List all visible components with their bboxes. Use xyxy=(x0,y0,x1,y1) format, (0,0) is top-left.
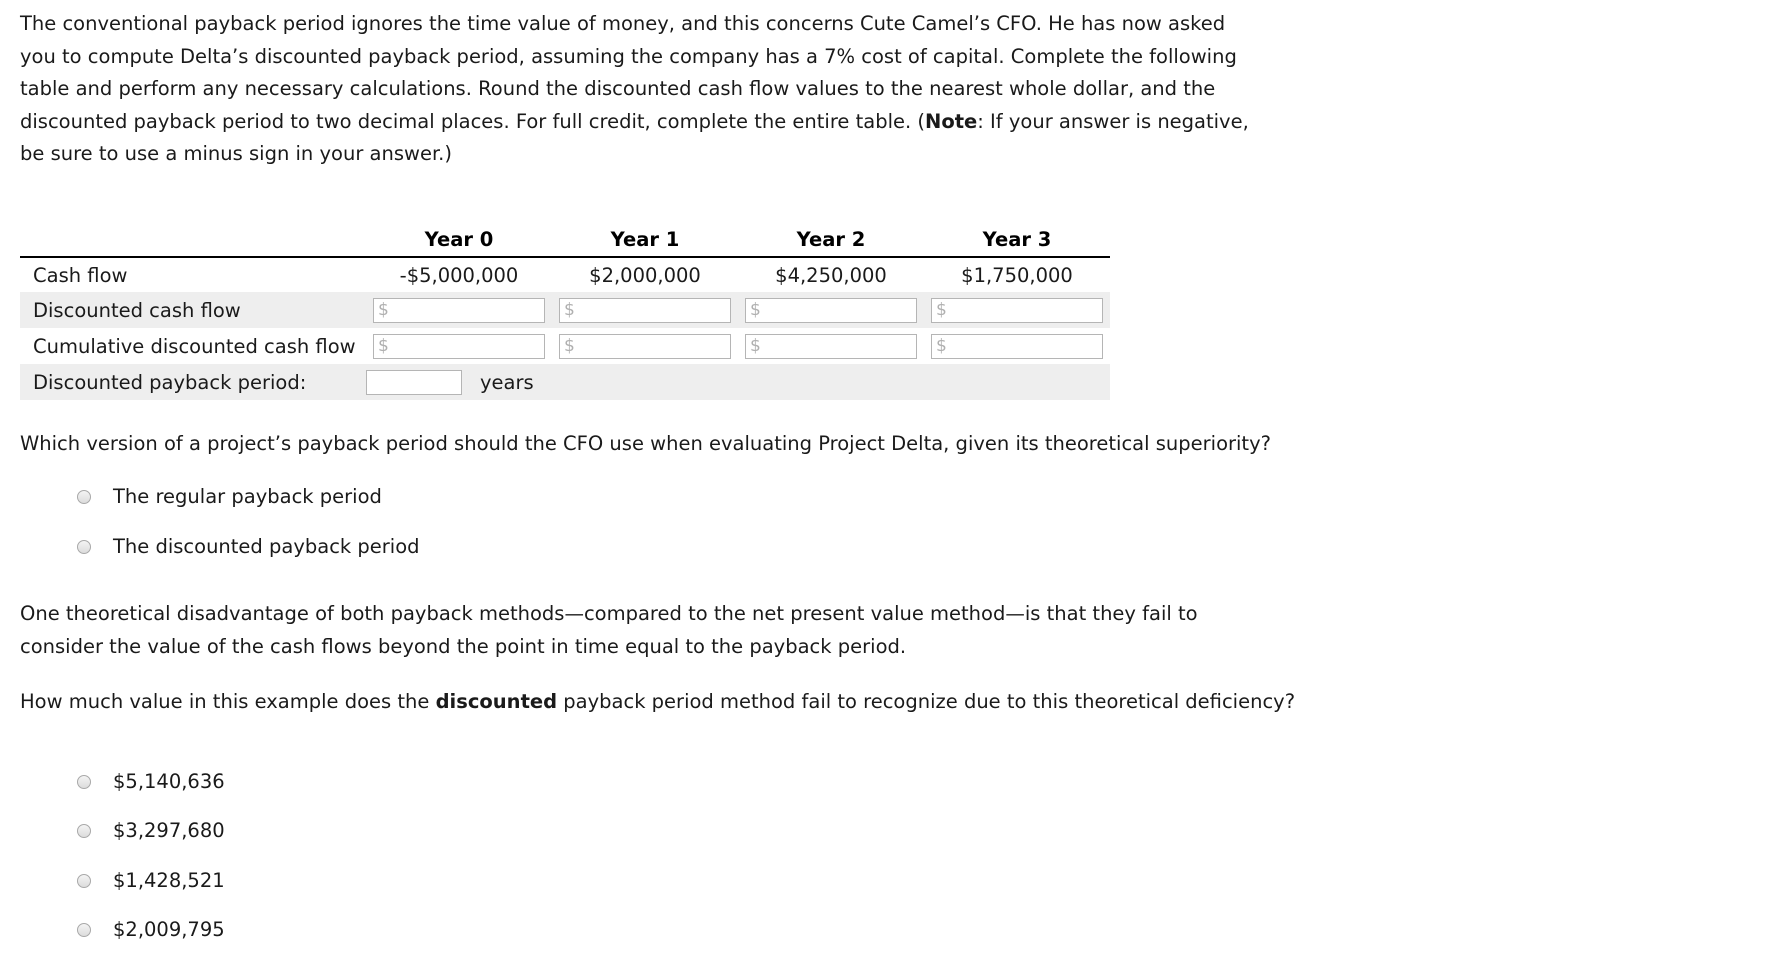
question-2-option-4[interactable]: $2,009,795 xyxy=(77,918,225,941)
radio-icon[interactable] xyxy=(77,489,91,504)
header-year-3: Year 3 xyxy=(982,228,1052,251)
row-label-discounted-payback-period: Discounted payback period: xyxy=(33,370,307,394)
radio-icon[interactable] xyxy=(77,823,91,838)
cumulative-cash-flow-input-year-0[interactable] xyxy=(373,333,545,359)
header-blank xyxy=(20,228,366,256)
cash-flow-year-2: $4,250,000 xyxy=(775,263,887,287)
cumulative-cash-flow-input-year-3[interactable] xyxy=(931,333,1103,359)
discounted-cash-flow-cell-year-0 xyxy=(366,292,552,328)
cumulative-cash-flow-cell-year-0 xyxy=(366,328,552,364)
question-2-option-4-label: $2,009,795 xyxy=(113,918,225,941)
question-1-option-discounted-label: The discounted payback period xyxy=(113,535,420,558)
question-1-option-regular-label: The regular payback period xyxy=(113,485,382,508)
cumulative-cash-flow-input-year-2[interactable] xyxy=(745,333,917,359)
question-1-option-regular[interactable]: The regular payback period xyxy=(77,485,382,508)
discounted-payback-period-input[interactable] xyxy=(366,369,462,395)
table-header-row: Year 0 Year 1 Year 2 Year 3 xyxy=(20,228,1110,256)
cash-flow-year-1: $2,000,000 xyxy=(589,263,701,287)
radio-icon[interactable] xyxy=(77,539,91,554)
radio-icon[interactable] xyxy=(77,774,91,789)
discounted-cash-flow-cell-year-2 xyxy=(738,292,924,328)
theoretical-disadvantage-paragraph: One theoretical disadvantage of both pay… xyxy=(20,602,1198,658)
discounted-payback-table: Year 0 Year 1 Year 2 Year 3 Cash flow -$… xyxy=(20,228,1110,400)
question-2-prompt-part2: payback period method fail to recognize … xyxy=(557,690,1296,713)
header-year-0: Year 0 xyxy=(424,228,494,251)
cash-flow-year-3: $1,750,000 xyxy=(961,263,1073,287)
discounted-cash-flow-input-year-0[interactable] xyxy=(373,297,545,323)
header-year-1: Year 1 xyxy=(610,228,680,251)
question-2-prompt-bold: discounted xyxy=(435,690,558,713)
question-2-option-3-label: $1,428,521 xyxy=(113,869,225,892)
header-year-2: Year 2 xyxy=(796,228,866,251)
table-row-discounted-payback-period: Discounted payback period: years xyxy=(20,364,1110,400)
discounted-cash-flow-input-year-3[interactable] xyxy=(931,297,1103,323)
table-row-cumulative-discounted-cash-flow: Cumulative discounted cash flow xyxy=(20,328,1110,364)
cash-flow-year-0: -$5,000,000 xyxy=(399,263,519,287)
worksheet-page: The conventional payback period ignores … xyxy=(0,0,1774,964)
discounted-cash-flow-cell-year-1 xyxy=(552,292,738,328)
cash-flow-table: Year 0 Year 1 Year 2 Year 3 Cash flow -$… xyxy=(20,228,1110,400)
cumulative-cash-flow-cell-year-1 xyxy=(552,328,738,364)
cumulative-cash-flow-cell-year-3 xyxy=(924,328,1110,364)
row-label-discounted-cash-flow: Discounted cash flow xyxy=(33,298,241,322)
radio-icon[interactable] xyxy=(77,922,91,937)
question-2-prompt: How much value in this example does the … xyxy=(20,686,1320,719)
question-2-option-2-label: $3,297,680 xyxy=(113,819,225,842)
cumulative-cash-flow-cell-year-2 xyxy=(738,328,924,364)
table-row-cash-flow: Cash flow -$5,000,000 $2,000,000 $4,250,… xyxy=(20,258,1110,292)
discounted-payback-period-cell: years xyxy=(366,364,1110,400)
years-unit-label: years xyxy=(480,370,534,394)
cumulative-cash-flow-input-year-1[interactable] xyxy=(559,333,731,359)
discounted-cash-flow-cell-year-3 xyxy=(924,292,1110,328)
question-1-option-discounted[interactable]: The discounted payback period xyxy=(77,535,420,558)
radio-icon[interactable] xyxy=(77,873,91,888)
question-2-option-1-label: $5,140,636 xyxy=(113,770,225,793)
question-2-prompt-part1: How much value in this example does the xyxy=(20,690,436,713)
row-label-cumulative-discounted-cash-flow: Cumulative discounted cash flow xyxy=(33,334,356,358)
table-row-discounted-cash-flow: Discounted cash flow xyxy=(20,292,1110,328)
intro-note-bold: Note xyxy=(925,109,978,133)
discounted-cash-flow-input-year-1[interactable] xyxy=(559,297,731,323)
question-1-prompt: Which version of a project’s payback per… xyxy=(20,432,1271,455)
discounted-cash-flow-input-year-2[interactable] xyxy=(745,297,917,323)
question-2-option-3[interactable]: $1,428,521 xyxy=(77,869,225,892)
intro-paragraph: The conventional payback period ignores … xyxy=(20,8,1260,171)
row-label-cash-flow: Cash flow xyxy=(33,263,128,287)
question-2-option-1[interactable]: $5,140,636 xyxy=(77,770,225,793)
question-2-option-2[interactable]: $3,297,680 xyxy=(77,819,225,842)
